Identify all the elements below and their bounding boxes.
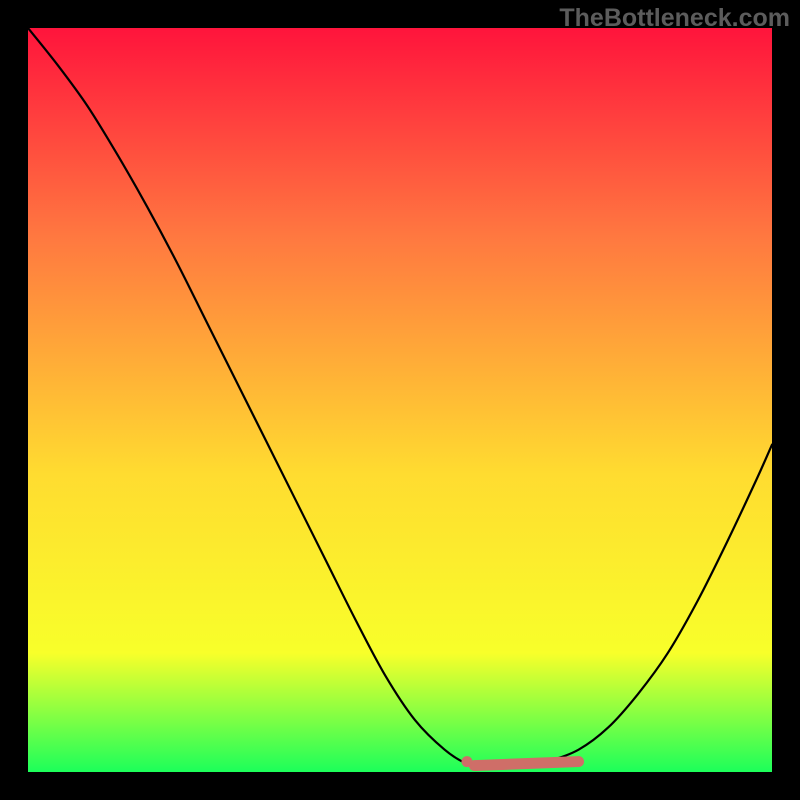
optimal-point-dot: [461, 756, 472, 767]
chart-frame: TheBottleneck.com: [0, 0, 800, 800]
gradient-background: [28, 28, 772, 772]
bottleneck-chart: [28, 28, 772, 772]
optimal-range-bar: [474, 762, 578, 766]
